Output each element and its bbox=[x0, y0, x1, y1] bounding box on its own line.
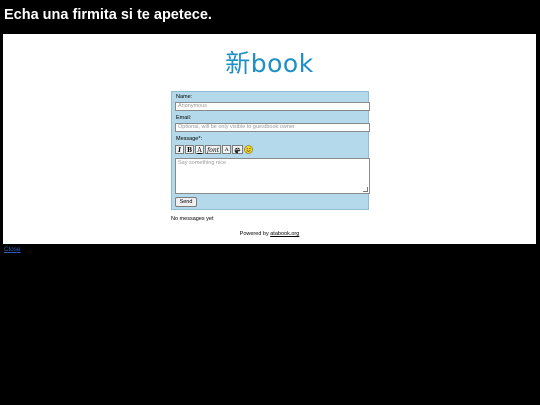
close-link[interactable]: Close bbox=[4, 246, 21, 253]
smiley-button[interactable] bbox=[244, 145, 253, 154]
underline-button[interactable]: A bbox=[195, 145, 205, 154]
guestbook-frame: 新book Name: Anonymous Email: Optional, w… bbox=[3, 34, 536, 244]
italic-button[interactable]: I bbox=[175, 145, 184, 154]
font-size-button[interactable]: A bbox=[222, 145, 232, 154]
font-button[interactable]: font bbox=[205, 145, 222, 154]
page-title: Echa una firmita si te apetece. bbox=[4, 7, 212, 23]
no-messages-text: No messages yet bbox=[171, 216, 214, 222]
atabook-link[interactable]: atabook.org bbox=[270, 231, 299, 237]
guestbook-logo: 新book bbox=[225, 49, 314, 78]
smiley-icon bbox=[244, 145, 253, 154]
message-textarea[interactable]: Say something nice bbox=[175, 158, 370, 194]
name-label: Name: bbox=[176, 94, 193, 100]
name-input[interactable]: Anonymous bbox=[175, 102, 370, 111]
send-button[interactable]: Send bbox=[175, 197, 197, 207]
email-input[interactable]: Optional, will be only visible to guestb… bbox=[175, 123, 370, 132]
bold-button[interactable]: B bbox=[185, 145, 195, 154]
guestbook-form: Name: Anonymous Email: Optional, will be… bbox=[171, 91, 370, 210]
format-toolbar: I B A font A bbox=[175, 145, 253, 155]
palette-icon bbox=[234, 147, 241, 154]
email-placeholder: Optional, will be only visible to guestb… bbox=[178, 124, 295, 130]
email-label: Email: bbox=[176, 115, 192, 121]
color-button[interactable] bbox=[232, 145, 244, 154]
powered-prefix: Powered by bbox=[239, 231, 271, 237]
message-placeholder: Say something nice bbox=[178, 160, 226, 166]
name-placeholder: Anonymous bbox=[178, 103, 208, 109]
message-label: Message*: bbox=[176, 136, 202, 142]
powered-by: Powered by atabook.org bbox=[3, 231, 536, 237]
resize-handle[interactable] bbox=[363, 187, 368, 192]
